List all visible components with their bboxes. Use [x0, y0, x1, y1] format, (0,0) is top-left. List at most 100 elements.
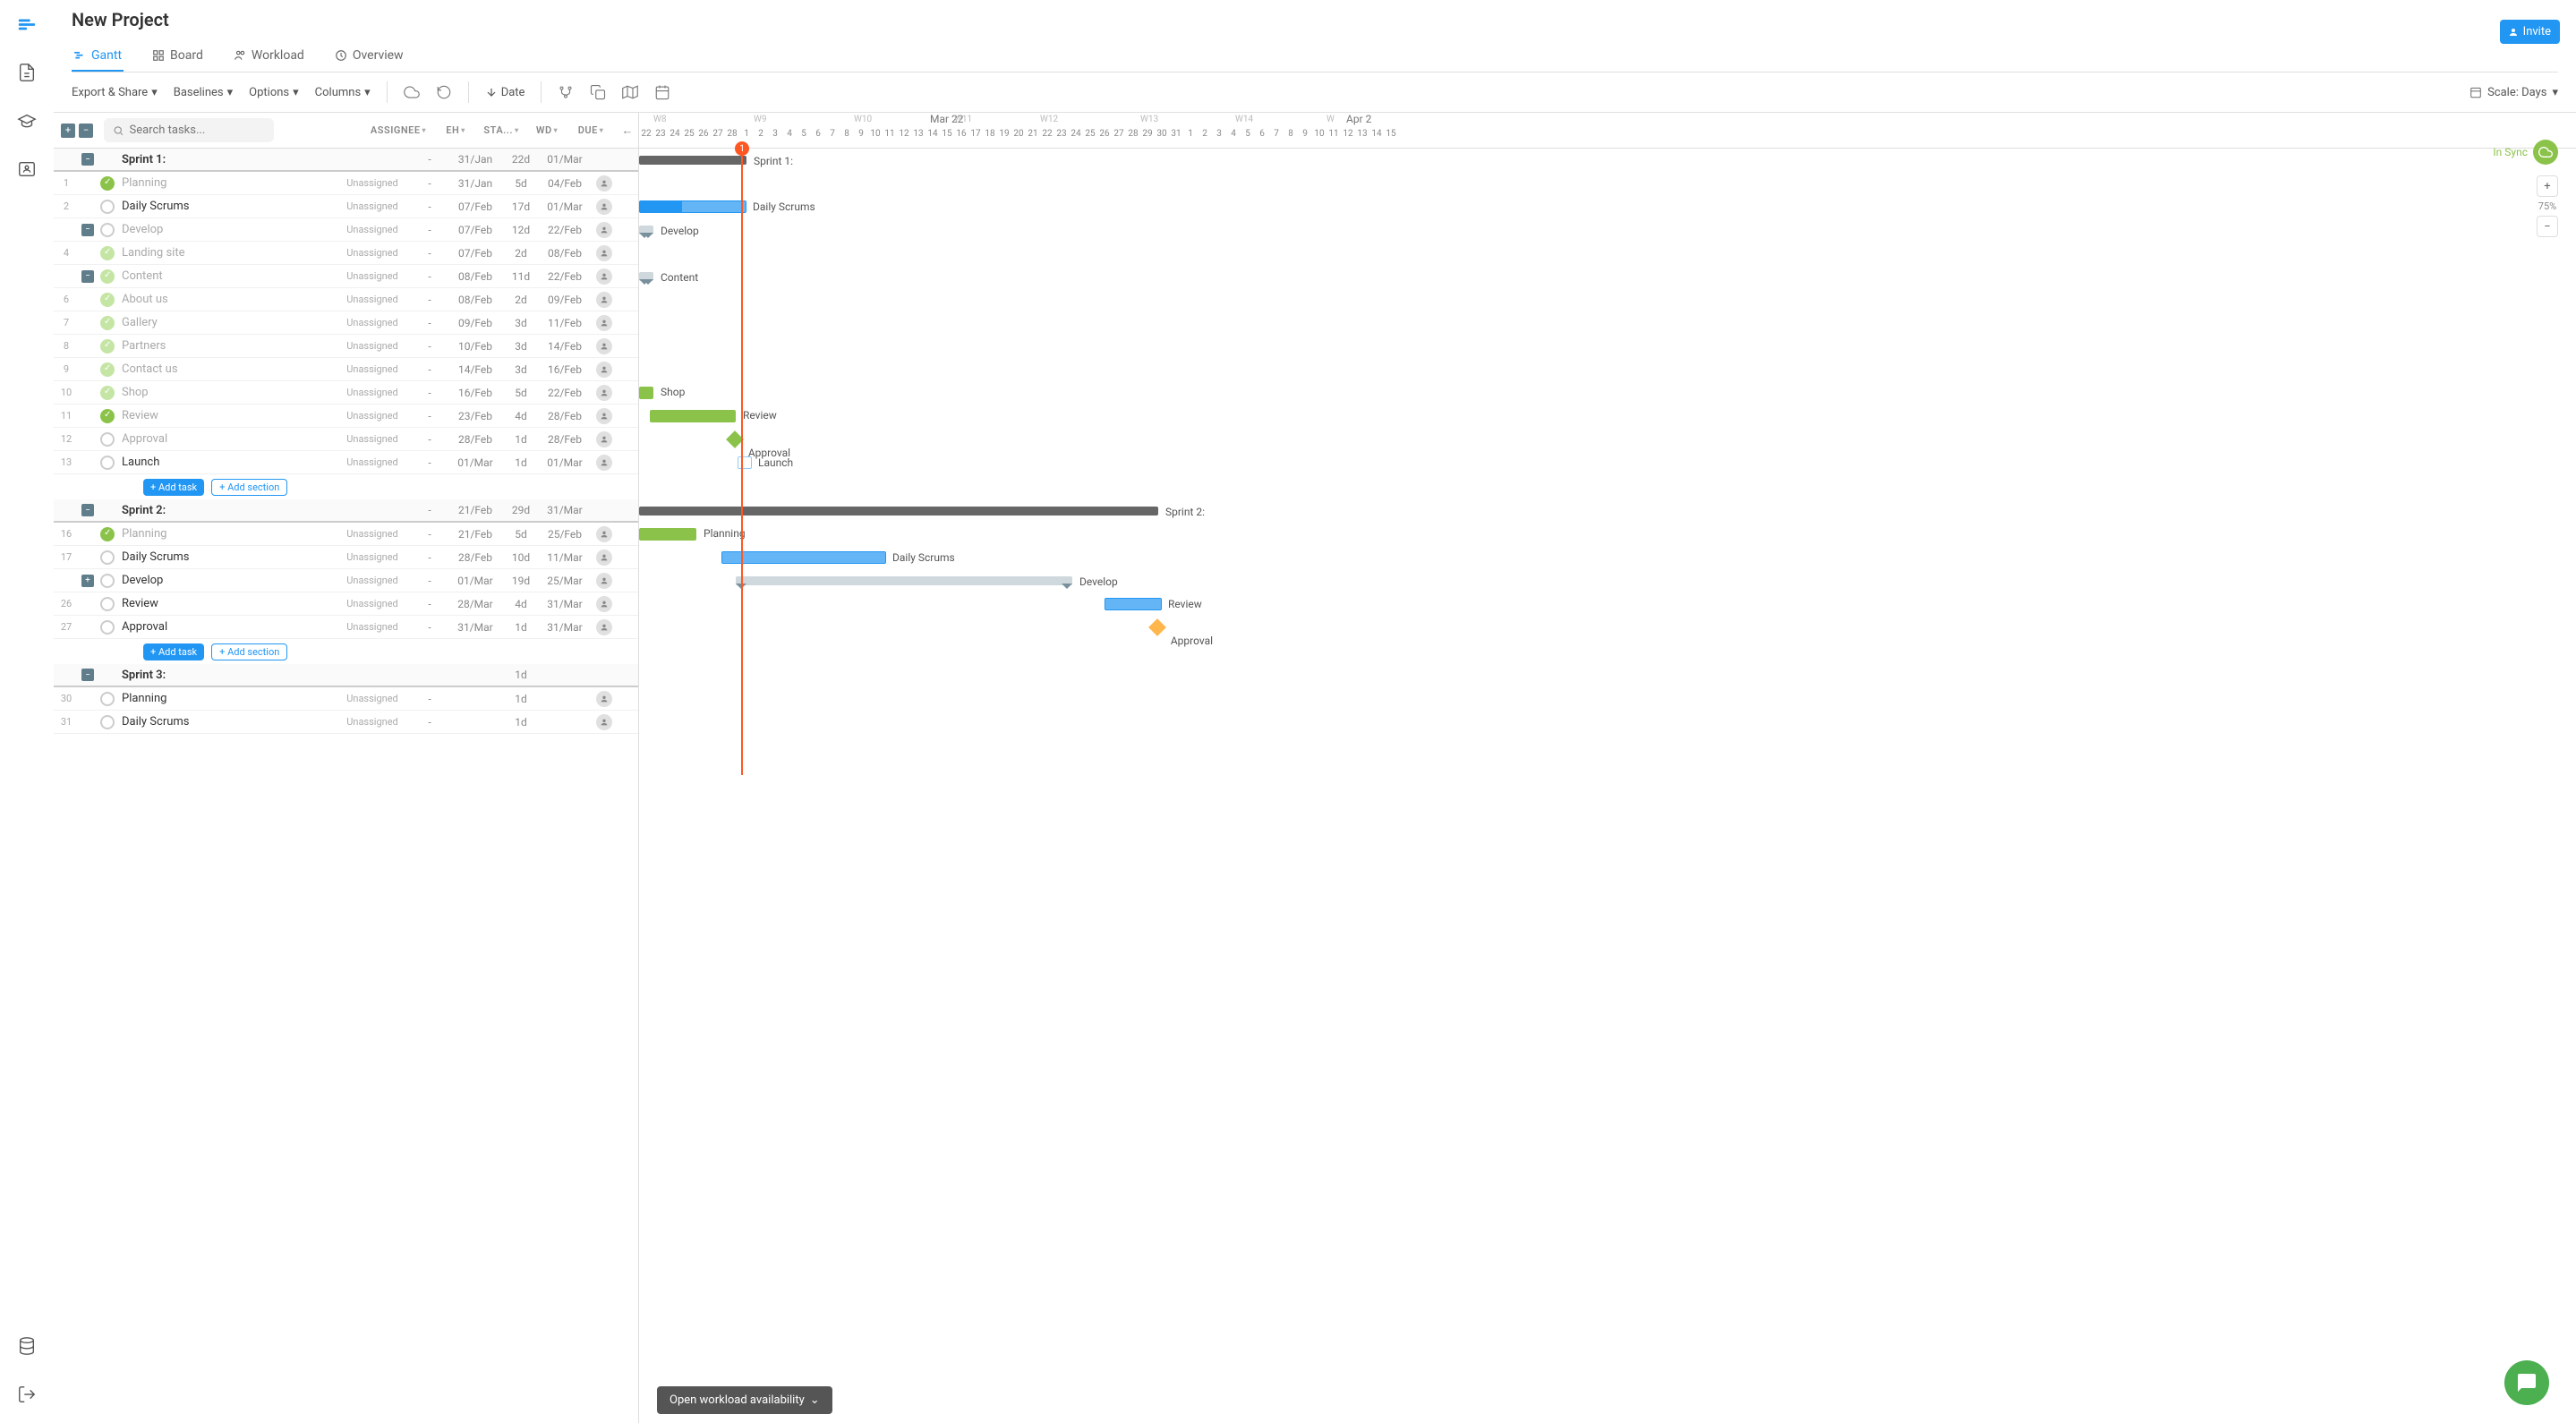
task-name[interactable]: Review — [118, 597, 333, 610]
task-row[interactable]: 9Contact usUnassigned-14/Feb3d16/Feb — [54, 358, 638, 381]
copy-icon[interactable] — [590, 84, 606, 100]
task-name[interactable]: Partners — [118, 339, 333, 353]
task-name[interactable]: Daily Scrums — [118, 550, 333, 564]
users-icon[interactable] — [16, 158, 38, 180]
task-name[interactable]: Contact us — [118, 362, 333, 376]
gantt-row[interactable]: Content — [639, 265, 2576, 288]
gantt-row[interactable]: Review — [639, 592, 2576, 616]
gantt-row[interactable] — [639, 288, 2576, 311]
task-name[interactable]: Content — [118, 269, 333, 283]
gantt-row[interactable] — [639, 711, 2576, 734]
task-name[interactable]: Sprint 2: — [118, 504, 333, 517]
baselines-dropdown[interactable]: Baselines ▾ — [174, 86, 233, 99]
assignee-avatar[interactable] — [596, 338, 612, 354]
gantt-row[interactable] — [639, 664, 2576, 687]
col-eh[interactable]: EH▾ — [438, 124, 473, 136]
gantt-bar[interactable]: Shop — [639, 387, 653, 399]
collapse-toggle[interactable]: − — [81, 153, 94, 166]
assignee-avatar[interactable] — [596, 362, 612, 378]
task-row[interactable]: 26ReviewUnassigned-28/Mar4d31/Mar — [54, 592, 638, 616]
gantt-bar[interactable]: Daily Scrums — [639, 200, 746, 213]
task-name[interactable]: Approval — [118, 620, 333, 634]
assignee-avatar[interactable] — [596, 222, 612, 238]
search-input[interactable] — [104, 118, 274, 142]
map-icon[interactable] — [622, 84, 638, 100]
task-row[interactable]: 11ReviewUnassigned-23/Feb4d28/Feb — [54, 405, 638, 428]
chat-button[interactable] — [2504, 1360, 2549, 1405]
gantt-row[interactable]: Develop — [639, 569, 2576, 592]
assignee-avatar[interactable] — [596, 315, 612, 331]
workload-button[interactable]: Open workload availability ⌄ — [657, 1386, 832, 1414]
collapse-grid-button[interactable]: ← — [617, 124, 638, 138]
col-start[interactable]: STA...▾ — [473, 124, 529, 136]
task-row[interactable]: −ContentUnassigned-08/Feb11d22/Feb — [54, 265, 638, 288]
assignee-avatar[interactable] — [596, 455, 612, 471]
task-name[interactable]: Develop — [118, 574, 333, 587]
academy-icon[interactable] — [16, 110, 38, 132]
gantt-row[interactable]: Planning — [639, 523, 2576, 546]
task-name[interactable]: Planning — [118, 692, 333, 705]
zoom-in-button[interactable]: + — [2537, 175, 2558, 197]
task-name[interactable]: Daily Scrums — [118, 200, 333, 213]
task-name[interactable]: Shop — [118, 386, 333, 399]
add-section-button[interactable]: + Add section — [211, 643, 287, 660]
collapse-toggle[interactable]: + — [81, 575, 94, 587]
section-row[interactable]: −Sprint 1:-31/Jan22d01/Mar — [54, 149, 638, 172]
task-name[interactable]: Launch — [118, 456, 333, 469]
assignee-avatar[interactable] — [596, 292, 612, 308]
task-row[interactable]: 13LaunchUnassigned-01/Mar1d01/Mar — [54, 451, 638, 474]
add-section-button[interactable]: + Add section — [211, 479, 287, 496]
logo-icon[interactable] — [16, 13, 38, 35]
section-row[interactable]: −Sprint 2:-21/Feb29d31/Mar — [54, 499, 638, 523]
assignee-avatar[interactable] — [596, 199, 612, 215]
gantt-row[interactable]: Develop — [639, 218, 2576, 242]
task-row[interactable]: 7GalleryUnassigned-09/Feb3d11/Feb — [54, 311, 638, 335]
task-row[interactable]: −DevelopUnassigned-07/Feb12d22/Feb — [54, 218, 638, 242]
gantt-bar[interactable]: Develop — [736, 576, 1072, 585]
file-icon[interactable] — [16, 62, 38, 83]
task-row[interactable]: 17Daily ScrumsUnassigned-28/Feb10d11/Mar — [54, 546, 638, 569]
gantt-row[interactable]: Daily Scrums — [639, 195, 2576, 218]
scale-dropdown[interactable]: Scale: Days ▾ — [2469, 86, 2558, 99]
task-row[interactable]: 12ApprovalUnassigned-28/Feb1d28/Feb — [54, 428, 638, 451]
collapse-toggle[interactable]: − — [81, 270, 94, 283]
options-dropdown[interactable]: Options ▾ — [249, 86, 299, 99]
gantt-bar[interactable]: Launch — [738, 456, 752, 469]
gantt-bar[interactable]: Sprint 1: — [639, 156, 746, 165]
task-name[interactable]: Planning — [118, 176, 333, 190]
task-name[interactable]: Review — [118, 409, 333, 422]
assignee-avatar[interactable] — [596, 245, 612, 261]
col-due[interactable]: DUE▾ — [565, 124, 617, 136]
task-row[interactable]: 2Daily ScrumsUnassigned-07/Feb17d01/Mar — [54, 195, 638, 218]
assignee-avatar[interactable] — [596, 526, 612, 542]
gantt-bar[interactable]: Develop — [639, 226, 653, 234]
assignee-avatar[interactable] — [596, 596, 612, 612]
expand-all-button[interactable]: + — [61, 124, 75, 138]
collapse-toggle[interactable]: − — [81, 224, 94, 236]
calendar-icon[interactable] — [654, 84, 670, 100]
task-name[interactable]: Sprint 3: — [118, 669, 333, 682]
task-row[interactable]: 10ShopUnassigned-16/Feb5d22/Feb — [54, 381, 638, 405]
tab-workload[interactable]: Workload — [232, 41, 306, 72]
undo-icon[interactable] — [436, 84, 452, 100]
logout-icon[interactable] — [16, 1384, 38, 1405]
branch-icon[interactable] — [558, 84, 574, 100]
assignee-avatar[interactable] — [596, 408, 612, 424]
assignee-avatar[interactable] — [596, 691, 612, 707]
collapse-toggle[interactable]: − — [81, 504, 94, 516]
gantt-bar[interactable]: Planning — [639, 528, 696, 541]
task-row[interactable]: 4Landing siteUnassigned-07/Feb2d08/Feb — [54, 242, 638, 265]
task-name[interactable]: Landing site — [118, 246, 333, 260]
gantt-chart[interactable]: Mar 22 Apr 2 W8W9W10W11W12W13W14W 222324… — [639, 113, 2576, 1423]
assignee-avatar[interactable] — [596, 550, 612, 566]
gantt-row[interactable] — [639, 358, 2576, 381]
gantt-bar[interactable]: Sprint 2: — [639, 507, 1158, 516]
invite-button[interactable]: Invite — [2500, 20, 2560, 44]
gantt-row[interactable]: Sprint 1: — [639, 149, 2576, 172]
section-row[interactable]: −Sprint 3:1d — [54, 664, 638, 687]
gantt-bar[interactable]: Content — [639, 272, 653, 281]
task-row[interactable]: 16PlanningUnassigned-21/Feb5d25/Feb — [54, 523, 638, 546]
task-row[interactable]: 8PartnersUnassigned-10/Feb3d14/Feb — [54, 335, 638, 358]
task-name[interactable]: Planning — [118, 527, 333, 541]
columns-dropdown[interactable]: Columns ▾ — [315, 86, 371, 99]
